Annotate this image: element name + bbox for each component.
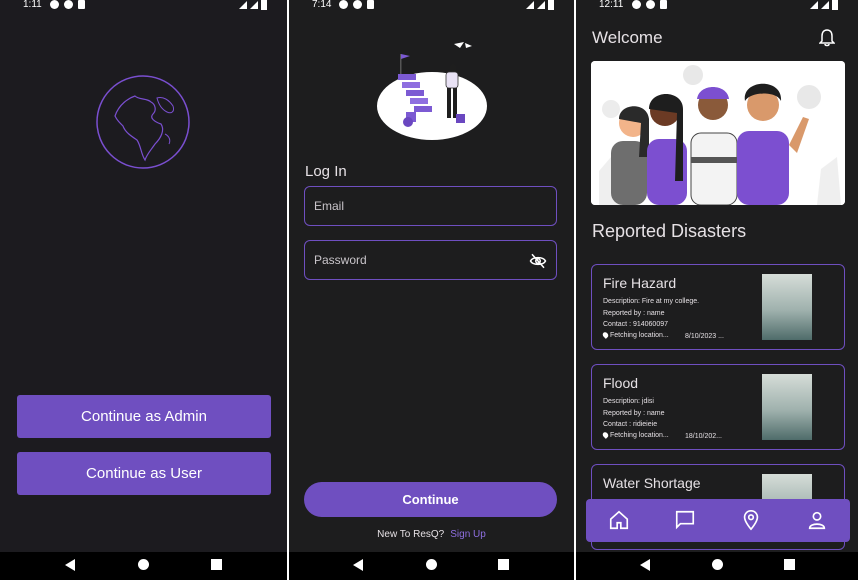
back-icon[interactable] — [65, 559, 75, 571]
card-title: Flood — [603, 375, 639, 391]
sim-icon — [367, 0, 374, 9]
location-pin-icon — [601, 331, 610, 340]
system-icons — [810, 0, 838, 10]
card-description: Description: jdisi — [603, 398, 654, 405]
settings-icon — [50, 0, 59, 9]
card-reporter: Reported by : name — [603, 310, 665, 317]
status-bar: 12:11 — [576, 0, 858, 14]
home-screen: 12:11 Welcome Reported Disasters Fire Ha… — [576, 0, 858, 580]
settings-icon — [632, 0, 641, 9]
signal-icon — [821, 1, 829, 9]
status-time: 12:11 — [599, 0, 624, 10]
status-icons — [632, 0, 667, 9]
recents-icon[interactable] — [211, 559, 222, 570]
visibility-off-icon[interactable] — [529, 252, 547, 270]
system-nav-bar — [289, 552, 574, 580]
card-location: Fetching location... — [601, 331, 669, 340]
signal-icon — [537, 1, 545, 9]
back-icon[interactable] — [353, 559, 363, 571]
sign-up-link[interactable]: Sign Up — [450, 529, 486, 540]
location-pin-icon — [601, 431, 610, 440]
notification-icon — [64, 0, 73, 9]
settings-icon — [339, 0, 348, 9]
system-nav-bar — [0, 552, 287, 580]
login-screen: 7:14 Log In Email Password Continue New … — [289, 0, 574, 580]
back-icon[interactable] — [640, 559, 650, 571]
battery-icon — [832, 0, 838, 10]
status-time: 7:14 — [312, 0, 332, 10]
battery-icon — [548, 0, 554, 10]
location-icon[interactable] — [740, 509, 762, 531]
email-field[interactable]: Email — [304, 186, 557, 226]
status-icons — [339, 0, 374, 9]
new-user-prompt: New To ResQ? — [377, 529, 445, 540]
card-description: Description: Fire at my college. — [603, 298, 700, 305]
bottom-navigation — [586, 499, 850, 542]
card-date: 8/10/2023 ... — [685, 333, 724, 340]
home-circle-icon[interactable] — [138, 559, 149, 570]
card-reporter: Reported by : name — [603, 410, 665, 417]
home-icon[interactable] — [608, 509, 630, 531]
password-placeholder: Password — [314, 253, 367, 267]
card-location-text: Fetching location... — [610, 332, 669, 339]
signup-row: New To ResQ? Sign Up — [289, 529, 574, 540]
status-bar: 1:11 — [0, 0, 287, 14]
card-title: Fire Hazard — [603, 275, 677, 291]
home-circle-icon[interactable] — [426, 559, 437, 570]
card-contact: Contact : ridieieie — [603, 421, 658, 428]
password-field[interactable]: Password — [304, 240, 557, 280]
card-location: Fetching location... — [601, 431, 669, 440]
bell-icon[interactable] — [819, 29, 835, 47]
recents-icon[interactable] — [498, 559, 509, 570]
start-screen: 1:11 Continue as Admin Continue as User — [0, 0, 287, 580]
card-date: 18/10/202... — [685, 433, 722, 440]
disaster-card[interactable]: Flood Description: jdisi Reported by : n… — [591, 364, 845, 450]
status-icons — [50, 0, 85, 9]
wifi-icon — [239, 1, 247, 9]
wifi-icon — [810, 1, 818, 9]
notification-icon — [353, 0, 362, 9]
section-title: Reported Disasters — [592, 221, 747, 241]
wifi-icon — [526, 1, 534, 9]
sim-icon — [78, 0, 85, 9]
status-bar: 7:14 — [289, 0, 574, 14]
continue-as-user-button[interactable]: Continue as User — [17, 452, 271, 495]
system-nav-bar — [576, 552, 858, 580]
battery-icon — [261, 0, 267, 10]
notification-icon — [646, 0, 655, 9]
status-time: 1:11 — [23, 0, 42, 10]
login-title: Log In — [305, 163, 347, 180]
continue-as-admin-button[interactable]: Continue as Admin — [17, 395, 271, 438]
home-circle-icon[interactable] — [712, 559, 723, 570]
chat-icon[interactable] — [674, 509, 696, 531]
card-photo — [762, 274, 812, 340]
globe-icon — [96, 75, 190, 169]
card-location-text: Fetching location... — [610, 432, 669, 439]
continue-button[interactable]: Continue — [304, 482, 557, 517]
community-illustration — [591, 61, 845, 205]
system-icons — [239, 0, 267, 10]
system-icons — [526, 0, 554, 10]
profile-icon[interactable] — [806, 509, 828, 531]
signal-icon — [250, 1, 258, 9]
recents-icon[interactable] — [784, 559, 795, 570]
card-photo — [762, 374, 812, 440]
email-placeholder: Email — [314, 199, 345, 213]
login-illustration — [377, 42, 487, 140]
welcome-title: Welcome — [592, 28, 663, 47]
card-title: Water Shortage — [603, 475, 701, 491]
sim-icon — [660, 0, 667, 9]
card-contact: Contact : 914060097 — [603, 321, 668, 328]
disaster-card[interactable]: Fire Hazard Description: Fire at my coll… — [591, 264, 845, 350]
